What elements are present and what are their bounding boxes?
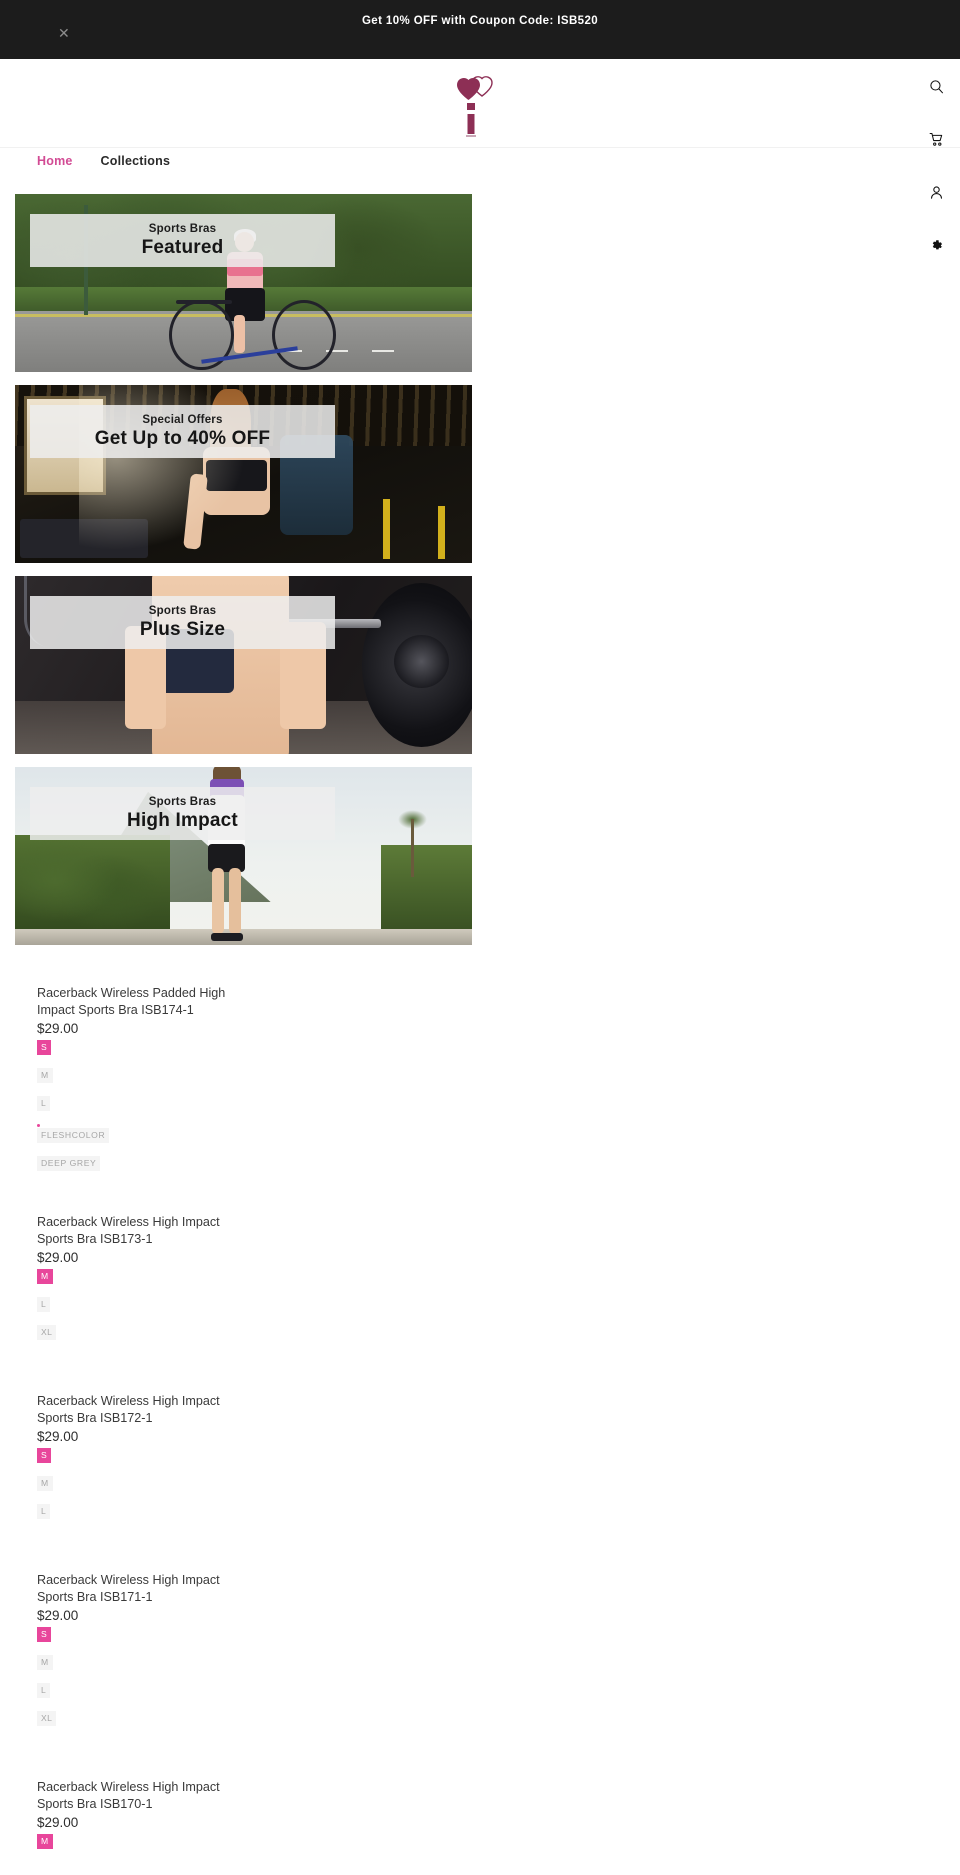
product-spacer [0, 1532, 960, 1572]
product-options: S M L XL [37, 1627, 460, 1726]
product-card[interactable]: Racerback Wireless High Impact Sports Br… [0, 1572, 460, 1726]
size-option[interactable]: M [37, 1068, 53, 1083]
announcement-bar: Get 10% OFF with Coupon Code: ISB520 ✕ [0, 0, 960, 59]
product-title[interactable]: Racerback Wireless High Impact Sports Br… [37, 1779, 252, 1812]
banner-featured[interactable]: Sports Bras Featured [15, 194, 472, 372]
product-price: $29.00 [37, 1250, 79, 1265]
size-option[interactable]: M [37, 1269, 53, 1284]
banner-plus-size[interactable]: Sports Bras Plus Size [15, 576, 472, 754]
banner-title: Plus Size [139, 618, 226, 640]
banner-subtitle: Sports Bras [148, 604, 217, 617]
product-options: SML [37, 1448, 460, 1519]
product-price: $29.00 [37, 1429, 79, 1444]
product-card[interactable]: Racerback Wireless Padded High Impact Sp… [0, 985, 460, 1171]
product-spacer [0, 1184, 960, 1214]
size-option[interactable]: S [37, 1040, 52, 1055]
size-option[interactable]: XL [37, 1711, 57, 1726]
product-title[interactable]: Racerback Wireless High Impact Sports Br… [37, 1393, 252, 1426]
size-option[interactable]: L [37, 1504, 51, 1519]
product-options: S M L FLESHCOLOR DEEP GREY [37, 1040, 460, 1171]
banner-high-impact[interactable]: Sports Bras High Impact [15, 767, 472, 945]
size-option[interactable]: M [37, 1834, 53, 1849]
product-title[interactable]: Racerback Wireless Padded High Impact Sp… [37, 985, 252, 1018]
product-title[interactable]: Racerback Wireless High Impact Sports Br… [37, 1214, 252, 1247]
banner-list: Sports Bras Featured Special Offers Get … [0, 194, 960, 958]
banner-title: Get Up to 40% OFF [94, 427, 271, 449]
product-title[interactable]: Racerback Wireless High Impact Sports Br… [37, 1572, 252, 1605]
product-card[interactable]: Racerback Wireless High Impact Sports Br… [0, 1393, 460, 1519]
size-option[interactable]: L [37, 1683, 51, 1698]
product-card[interactable]: Racerback Wireless High Impact Sports Br… [0, 1779, 460, 1849]
banner-title: Featured [141, 236, 224, 258]
color-option[interactable]: FLESHCOLOR [37, 1128, 110, 1143]
product-options: M [37, 1834, 460, 1849]
banner-subtitle: Sports Bras [148, 795, 217, 808]
banner-subtitle: Sports Bras [148, 222, 217, 235]
settings-gear-icon[interactable] [912, 219, 960, 272]
banner-overlay: Sports Bras High Impact [30, 787, 335, 840]
color-selected-dot [37, 1124, 40, 1127]
nav-item-collections[interactable]: Collections [101, 154, 171, 168]
product-list: Racerback Wireless Padded High Impact Sp… [0, 985, 960, 1875]
banner-overlay: Special Offers Get Up to 40% OFF [30, 405, 335, 458]
size-option[interactable]: L [37, 1297, 51, 1312]
product-options: M L XL [37, 1269, 460, 1340]
banner-subtitle: Special Offers [142, 413, 223, 426]
product-spacer [0, 1353, 960, 1393]
size-option[interactable]: M [37, 1655, 53, 1670]
product-price: $29.00 [37, 1021, 79, 1036]
banner-overlay: Sports Bras Featured [30, 214, 335, 267]
size-option[interactable]: M [37, 1476, 53, 1491]
size-option[interactable]: XL [37, 1325, 57, 1340]
product-price: $29.00 [37, 1608, 79, 1623]
product-price: $29.00 [37, 1815, 79, 1830]
banner-special-offers[interactable]: Special Offers Get Up to 40% OFF [15, 385, 472, 563]
page-root: Get 10% OFF with Coupon Code: ISB520 ✕ H… [0, 0, 960, 1875]
size-option[interactable]: S [37, 1627, 52, 1642]
primary-nav: Home Collections [0, 149, 960, 173]
search-icon[interactable] [912, 60, 960, 113]
utility-icon-rail [912, 60, 960, 272]
account-icon[interactable] [912, 166, 960, 219]
color-option[interactable]: DEEP GREY [37, 1156, 101, 1171]
hearts-i-logo[interactable] [450, 73, 510, 137]
size-option[interactable]: L [37, 1096, 51, 1111]
size-option[interactable]: S [37, 1448, 52, 1463]
close-icon[interactable]: ✕ [58, 27, 70, 41]
announcement-text: Get 10% OFF with Coupon Code: ISB520 [361, 15, 599, 27]
product-spacer [0, 1862, 960, 1875]
product-spacer [0, 1739, 960, 1779]
banner-title: High Impact [127, 809, 238, 831]
cart-icon[interactable] [912, 113, 960, 166]
product-card[interactable]: Racerback Wireless High Impact Sports Br… [0, 1214, 460, 1340]
site-header [0, 59, 960, 148]
nav-item-home[interactable]: Home [37, 154, 73, 168]
banner-overlay: Sports Bras Plus Size [30, 596, 335, 649]
